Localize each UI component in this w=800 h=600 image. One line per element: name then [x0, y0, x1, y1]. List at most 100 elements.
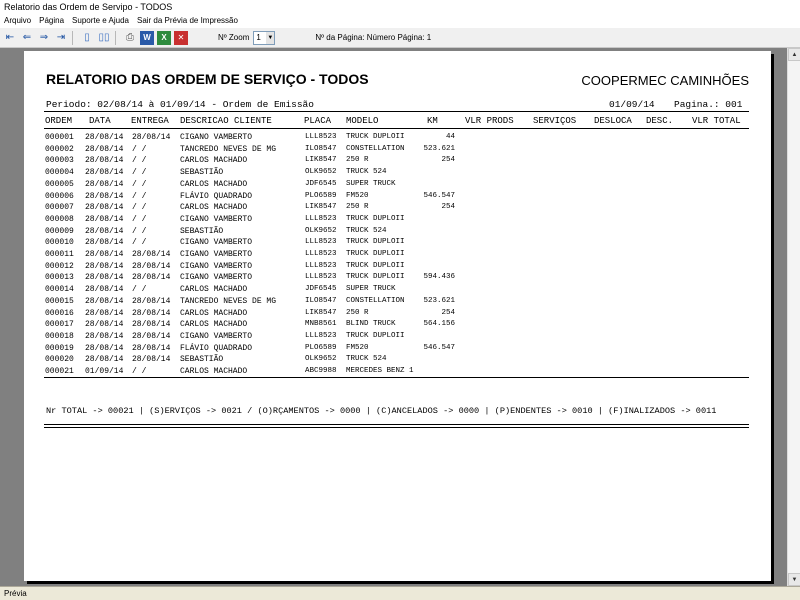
cell-entrega: 28/08/14: [132, 308, 171, 318]
cell-entrega: 28/08/14: [132, 355, 171, 365]
cell-modelo: 250 R: [346, 156, 369, 165]
cell-cliente: TANCREDO NEVES DE MG: [180, 144, 277, 154]
cell-ordem: 000001: [45, 133, 74, 142]
close-preview-icon[interactable]: ✕: [174, 30, 188, 45]
cell-entrega: 28/08/14: [132, 273, 171, 283]
last-page-icon[interactable]: ⇥: [54, 31, 68, 45]
excel-export-icon[interactable]: X: [157, 30, 171, 45]
cell-cliente: CARLOS MACHADO: [180, 203, 248, 213]
table-row: 000011 28/08/14 28/08/14 CIGANO VAMBERTO LLL…: [24, 250, 771, 262]
company-name: COOPERMEC CAMINHÕES: [581, 73, 749, 88]
cell-modelo: MERCEDES BENZ 1: [346, 367, 414, 375]
menu-sair[interactable]: Sair da Prévia de Impressão: [133, 14, 242, 28]
cell-entrega: / /: [132, 156, 147, 166]
preview-area: RELATORIO DAS ORDEM DE SERVIÇO - TODOS C…: [0, 48, 787, 586]
table-row: 000002 28/08/14 / / TANCREDO NEVES DE MG ILO…: [24, 145, 771, 157]
divider: [44, 377, 749, 378]
cell-ordem: 000018: [45, 331, 74, 341]
column-header: VLR PRODS: [465, 116, 514, 126]
table-row: 000003 28/08/14 / / CARLOS MACHADO LIK8547 25…: [24, 156, 771, 168]
cell-placa: JDF6545: [305, 179, 337, 188]
cell-entrega: 28/08/14: [132, 261, 171, 271]
cell-modelo: 250 R: [346, 308, 369, 317]
cell-data: 28/08/14: [85, 214, 124, 224]
table-row: 000016 28/08/14 28/08/14 CARLOS MACHADO LIK8…: [24, 309, 771, 321]
cell-cliente: CARLOS MACHADO: [180, 320, 248, 330]
cell-km: 546.547: [423, 191, 455, 200]
cell-ordem: 000019: [45, 343, 74, 353]
cell-entrega: / /: [132, 191, 147, 201]
cell-placa: ILO8547: [305, 296, 337, 305]
cell-data: 28/08/14: [85, 203, 124, 213]
cell-modelo: TRUCK DUPLOII: [346, 214, 405, 223]
divider: [44, 111, 749, 112]
cell-km: 564.156: [423, 320, 455, 329]
cell-cliente: CARLOS MACHADO: [180, 156, 248, 166]
cell-entrega: / /: [132, 238, 147, 248]
column-header: SERVIÇOS: [533, 116, 577, 126]
print-icon[interactable]: ⎙: [123, 31, 137, 45]
table-row: 000010 28/08/14 / / CIGANO VAMBERTO LLL8523 T…: [24, 238, 771, 250]
cell-km: 594.436: [423, 273, 455, 282]
table-row: 000020 28/08/14 28/08/14 SEBASTIÃO OLK9652 TR…: [24, 355, 771, 367]
cell-ordem: 000003: [45, 156, 74, 166]
two-pages-icon[interactable]: ▯▯: [97, 31, 111, 45]
cell-data: 28/08/14: [85, 168, 124, 178]
cell-ordem: 000009: [45, 226, 74, 236]
cell-ordem: 000017: [45, 320, 74, 330]
chevron-down-icon[interactable]: ▼: [266, 31, 275, 44]
cell-placa: ILO8547: [305, 144, 337, 153]
cell-cliente: CIGANO VAMBERTO: [180, 261, 253, 271]
cell-modelo: TRUCK DUPLOII: [346, 133, 405, 141]
cell-ordem: 000020: [45, 355, 74, 365]
cell-cliente: CARLOS MACHADO: [180, 285, 248, 295]
scroll-down-icon[interactable]: ▼: [788, 573, 800, 586]
cell-data: 28/08/14: [85, 331, 124, 341]
menu-suporte[interactable]: Suporte e Ajuda: [68, 14, 133, 28]
cell-cliente: TANCREDO NEVES DE MG: [180, 296, 277, 306]
status-bar: Prévia: [0, 586, 800, 600]
vertical-scrollbar[interactable]: ▲ ▼: [787, 48, 800, 586]
cell-ordem: 000013: [45, 273, 74, 283]
cell-data: 28/08/14: [85, 238, 124, 248]
cell-placa: LLL8523: [305, 261, 337, 270]
scroll-up-icon[interactable]: ▲: [788, 48, 800, 61]
column-header: DESCRICAO CLIENTE: [180, 116, 272, 126]
cell-data: 28/08/14: [85, 343, 124, 353]
cell-data: 28/08/14: [85, 296, 124, 306]
cell-modelo: TRUCK 524: [346, 355, 387, 364]
cell-modelo: BLIND TRUCK: [346, 320, 396, 329]
cell-placa: PLO6589: [305, 343, 337, 352]
word-export-icon[interactable]: W: [140, 30, 154, 45]
cell-modelo: SUPER TRUCK: [346, 285, 396, 294]
cell-ordem: 000010: [45, 238, 74, 248]
report-page-number: Pagina.: 001: [674, 99, 743, 110]
cell-entrega: 28/08/14: [132, 133, 171, 142]
single-page-icon[interactable]: ▯: [80, 31, 94, 45]
menu-arquivo[interactable]: Arquivo: [0, 14, 35, 28]
table-row: 000013 28/08/14 28/08/14 CIGANO VAMBERTO LLL…: [24, 273, 771, 285]
zoom-select[interactable]: 1 ▼: [253, 30, 276, 45]
first-page-icon[interactable]: ⇤: [3, 31, 17, 45]
table-row: 000015 28/08/14 28/08/14 TANCREDO NEVES DE …: [24, 297, 771, 309]
cell-data: 28/08/14: [85, 226, 124, 236]
cell-cliente: CARLOS MACHADO: [180, 367, 248, 376]
cell-placa: PLO6589: [305, 191, 337, 200]
prev-page-icon[interactable]: ⇐: [20, 31, 34, 45]
cell-cliente: CIGANO VAMBERTO: [180, 331, 253, 341]
cell-entrega: 28/08/14: [132, 331, 171, 341]
cell-placa: LLL8523: [305, 214, 337, 223]
cell-cliente: CARLOS MACHADO: [180, 179, 248, 189]
cell-data: 28/08/14: [85, 179, 124, 189]
cell-cliente: CARLOS MACHADO: [180, 308, 248, 318]
report-totals: Nr TOTAL -> 00021 | (S)ERVIÇOS -> 0021 /…: [46, 406, 717, 416]
column-header: DATA: [89, 116, 111, 126]
cell-entrega: / /: [132, 144, 147, 154]
next-page-icon[interactable]: ⇒: [37, 31, 51, 45]
cell-cliente: CIGANO VAMBERTO: [180, 214, 253, 224]
cell-ordem: 000005: [45, 179, 74, 189]
cell-placa: LIK8547: [305, 308, 337, 317]
menu-pagina[interactable]: Página: [35, 14, 68, 28]
cell-placa: MNB8561: [305, 320, 337, 329]
column-header: MODELO: [346, 116, 379, 126]
